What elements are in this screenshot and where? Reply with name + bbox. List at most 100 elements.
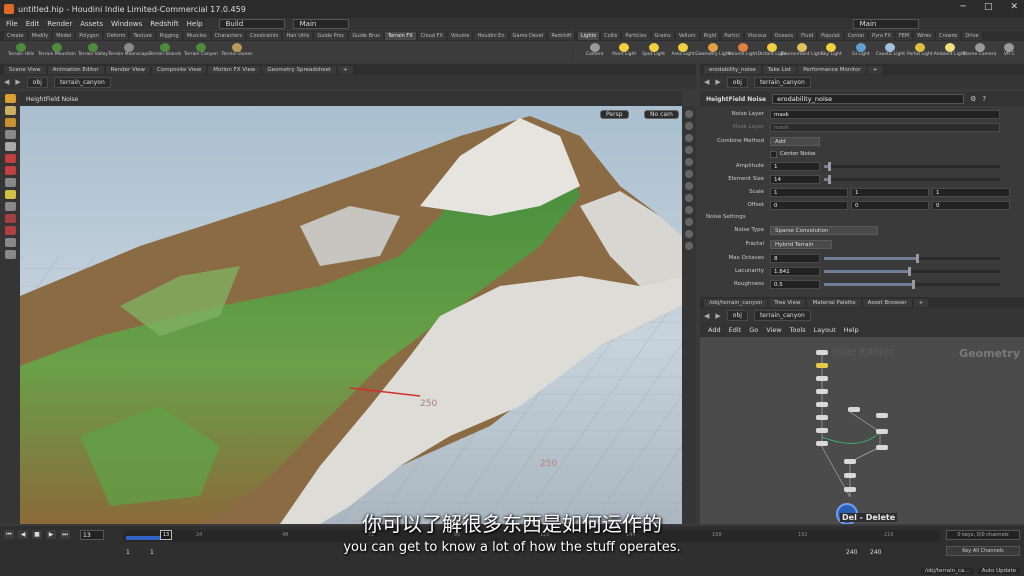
tab-performance-monitor[interactable]: Performance Monitor bbox=[798, 65, 866, 74]
help-icon[interactable]: ? bbox=[982, 95, 986, 103]
right-main-dropdown[interactable]: Main bbox=[852, 19, 919, 29]
tab-take-list[interactable]: Take List bbox=[762, 65, 797, 74]
menu-help[interactable]: Help bbox=[187, 20, 203, 28]
display-option-icon[interactable] bbox=[685, 170, 693, 178]
max-octaves-field[interactable]: 8 bbox=[770, 253, 820, 263]
noise-type-menu[interactable]: Sparse Convolution bbox=[770, 225, 878, 235]
menu-windows[interactable]: Windows bbox=[111, 20, 142, 28]
network-node[interactable] bbox=[876, 429, 888, 434]
offset-y-field[interactable]: 0 bbox=[851, 200, 929, 210]
display-option-icon[interactable] bbox=[685, 158, 693, 166]
display-option-icon[interactable] bbox=[685, 206, 693, 214]
shelf-tab[interactable]: Guide Brus bbox=[349, 32, 383, 40]
display-option-icon[interactable] bbox=[685, 134, 693, 142]
point-light-tool[interactable]: Point Light bbox=[609, 41, 638, 57]
back-icon[interactable]: ◀ bbox=[704, 312, 709, 320]
shelf-tab-lights[interactable]: Lights bbox=[578, 32, 600, 40]
shelf-tab[interactable]: Oceans bbox=[771, 32, 797, 40]
shelf-tab[interactable]: Grains bbox=[651, 32, 674, 40]
shelf-tab[interactable]: Contai bbox=[844, 32, 867, 40]
menu-help[interactable]: Help bbox=[844, 326, 859, 334]
geometry-light-tool[interactable]: Geometry Light bbox=[695, 41, 730, 57]
mask-layer-field[interactable]: mask bbox=[770, 122, 1000, 132]
ambient-light-tool[interactable]: Ambient Light bbox=[934, 41, 965, 57]
shelf-tab[interactable]: Particles bbox=[622, 32, 650, 40]
shelf-tab[interactable]: Characters bbox=[211, 32, 245, 40]
add-tab-icon[interactable]: + bbox=[867, 65, 883, 74]
terrain-hills-tool[interactable]: Terrain Hills bbox=[6, 41, 36, 57]
maximize-icon[interactable]: □ bbox=[984, 2, 993, 12]
menu-redshift[interactable]: Redshift bbox=[150, 20, 178, 28]
menu-file[interactable]: File bbox=[6, 20, 18, 28]
offset-z-field[interactable]: 0 bbox=[932, 200, 1010, 210]
forward-icon[interactable]: ▶ bbox=[715, 312, 720, 320]
network-node[interactable] bbox=[816, 428, 828, 433]
shelf-tab[interactable]: Particl bbox=[721, 32, 743, 40]
display-option-icon[interactable] bbox=[685, 110, 693, 118]
tab-tree-view[interactable]: Tree View bbox=[769, 298, 806, 307]
magnet-red-icon[interactable] bbox=[4, 214, 16, 223]
menu-add[interactable]: Add bbox=[708, 326, 721, 334]
auto-update-button[interactable]: Auto Update bbox=[977, 567, 1020, 574]
network-node[interactable] bbox=[844, 487, 856, 492]
shelf-tab[interactable]: Volume bbox=[447, 32, 473, 40]
shelf-tab[interactable]: Muscles bbox=[183, 32, 210, 40]
shelf-tab[interactable]: Fluid bbox=[798, 32, 817, 40]
spot-light-tool[interactable]: Spot Light bbox=[639, 41, 668, 57]
element-size-slider[interactable] bbox=[824, 174, 1000, 184]
add-tab-icon[interactable]: + bbox=[913, 298, 929, 307]
tab-material-palette[interactable]: Material Palette bbox=[807, 298, 861, 307]
noise-layer-field[interactable]: mask bbox=[770, 109, 1000, 119]
view-tool-icon[interactable] bbox=[4, 130, 16, 139]
magnet-tool-icon[interactable] bbox=[4, 202, 16, 211]
shelf-tab[interactable]: Hair Utils bbox=[283, 32, 313, 40]
center-noise-checkbox[interactable] bbox=[770, 150, 777, 158]
stereo-camera-tool[interactable]: Stereo Camera bbox=[963, 41, 996, 57]
element-size-field[interactable]: 14 bbox=[770, 174, 820, 184]
network-node[interactable] bbox=[816, 402, 828, 407]
roughness-slider[interactable] bbox=[824, 279, 1000, 289]
scale-y-field[interactable]: 1 bbox=[851, 187, 929, 197]
select-tool-icon[interactable] bbox=[4, 94, 16, 103]
offset-x-field[interactable]: 0 bbox=[770, 200, 848, 210]
display-option-icon[interactable] bbox=[685, 122, 693, 130]
shelf-tab[interactable]: FEM bbox=[895, 32, 913, 40]
amplitude-slider[interactable] bbox=[824, 161, 1000, 171]
menu-layout[interactable]: Layout bbox=[814, 326, 836, 334]
terrain-dunes-tool[interactable]: Terrain Dunes bbox=[222, 41, 252, 57]
forward-icon[interactable]: ▶ bbox=[715, 78, 720, 86]
max-octaves-slider[interactable] bbox=[824, 253, 1000, 263]
tab-asset-browser[interactable]: Asset Browser bbox=[862, 298, 912, 307]
vr-camera-tool[interactable]: VR C bbox=[995, 41, 1024, 57]
display-option-icon[interactable] bbox=[685, 182, 693, 190]
scale-x-field[interactable]: 1 bbox=[770, 187, 848, 197]
tab-composite-view[interactable]: Composite View bbox=[152, 65, 207, 74]
shelf-tab[interactable]: Cloud FX bbox=[417, 32, 446, 40]
shelf-tab[interactable]: Collis bbox=[601, 32, 621, 40]
node-name-field[interactable]: erodability_noise bbox=[772, 94, 965, 104]
back-icon[interactable]: ◀ bbox=[704, 78, 709, 86]
shelf-tab[interactable]: Vellum bbox=[675, 32, 699, 40]
minimize-icon[interactable]: ─ bbox=[961, 2, 966, 12]
terrain-moonscape-tool[interactable]: Terrain Moonscape bbox=[108, 41, 150, 57]
camera-tool[interactable]: Camera bbox=[580, 41, 609, 57]
path-node[interactable]: terrain_canyon bbox=[53, 76, 111, 88]
add-tab-icon[interactable]: + bbox=[338, 65, 353, 74]
network-node[interactable] bbox=[848, 407, 860, 412]
network-node[interactable] bbox=[876, 413, 888, 418]
area-light-tool[interactable]: Area Light bbox=[668, 41, 697, 57]
shelf-tab[interactable]: Rigging bbox=[156, 32, 182, 40]
terrain-valley-tool[interactable]: Terrain Valley bbox=[78, 41, 108, 57]
menu-assets[interactable]: Assets bbox=[80, 20, 103, 28]
shelf-tab[interactable]: Rigid bbox=[700, 32, 720, 40]
tab-erodability-noise[interactable]: erodability_noise bbox=[704, 65, 761, 74]
menu-go[interactable]: Go bbox=[749, 326, 758, 334]
terrain-mountain-tool[interactable]: Terrain Mountain bbox=[38, 41, 76, 57]
shelf-tab[interactable]: Houdini En bbox=[474, 32, 508, 40]
roughness-field[interactable]: 0.5 bbox=[770, 279, 820, 289]
path-obj[interactable]: obj bbox=[26, 76, 48, 88]
shelf-tab-terrain-fx[interactable]: Terrain FX bbox=[384, 32, 416, 40]
shelf-tab[interactable]: Crowds bbox=[936, 32, 961, 40]
network-node[interactable] bbox=[816, 415, 828, 420]
scene-viewport[interactable]: 250 250 Persp No cam bbox=[20, 106, 682, 524]
